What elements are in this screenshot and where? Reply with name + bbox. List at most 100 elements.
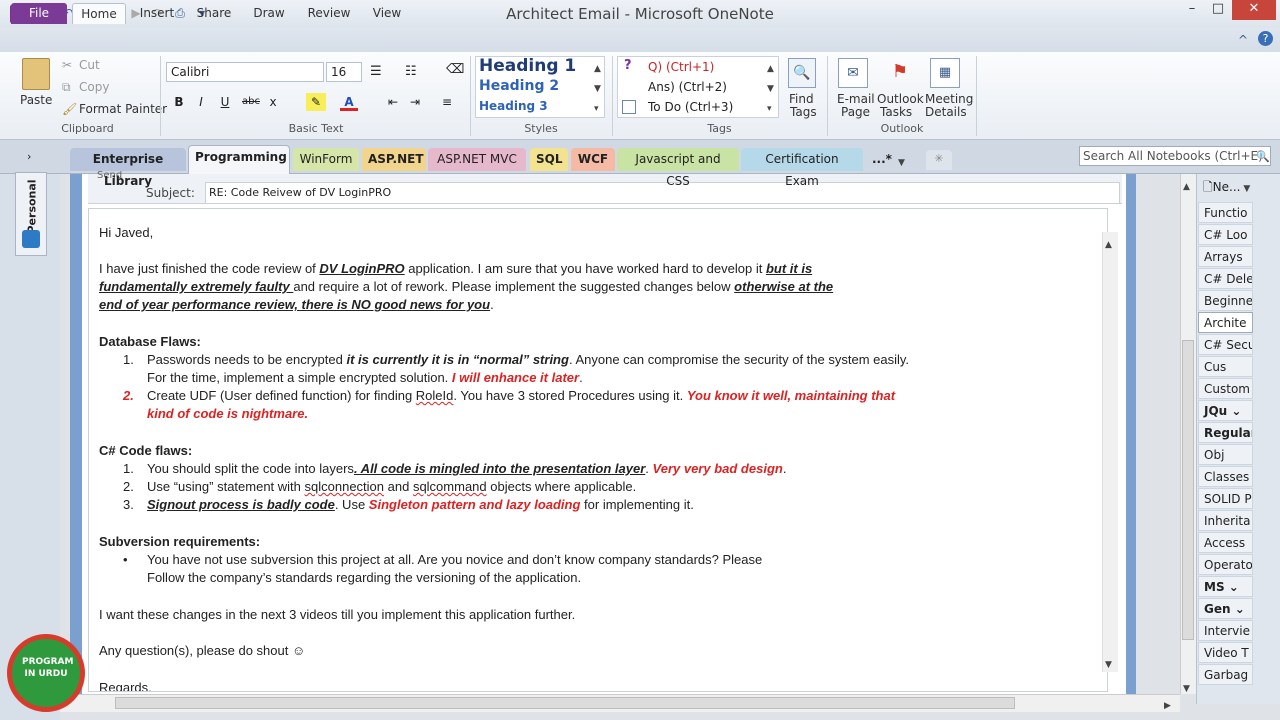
tags-scroll-down-icon[interactable]: ▼: [767, 80, 774, 94]
page-list-item[interactable]: Functio: [1198, 202, 1253, 223]
tab-home[interactable]: Home: [72, 3, 126, 24]
page-scroll-thumb[interactable]: [1182, 340, 1194, 640]
horizontal-scroll-thumb[interactable]: [115, 697, 1015, 709]
page-list-item[interactable]: Custom: [1198, 378, 1253, 399]
tab-draw[interactable]: Draw: [250, 3, 288, 24]
new-section-tab-icon[interactable]: ✳: [926, 150, 952, 170]
new-page-button[interactable]: 🗋Ne... ▼: [1200, 178, 1276, 198]
scroll-down-icon[interactable]: ▼: [1105, 656, 1112, 670]
cut-icon[interactable]: ✂: [62, 58, 72, 72]
meeting-details-icon[interactable]: ▦: [930, 58, 960, 88]
outlook-tasks-flag-icon[interactable]: ⚑: [886, 58, 914, 88]
page-list-item[interactable]: SOLID P: [1198, 488, 1253, 509]
scroll-up-icon[interactable]: ▲: [1105, 236, 1112, 250]
highlight-icon[interactable]: ✎: [306, 93, 326, 111]
styles-scroll-down-icon[interactable]: ▼: [594, 80, 601, 94]
tag-todo[interactable]: To Do (Ctrl+3): [648, 100, 733, 114]
page-list-item[interactable]: Regular: [1198, 422, 1253, 443]
section-tab[interactable]: Javascript and CSS: [617, 148, 739, 188]
style-heading-1[interactable]: Heading 1: [479, 56, 576, 76]
paste-button[interactable]: Paste: [20, 93, 52, 107]
section-tab[interactable]: WCF: [571, 148, 615, 171]
styles-scroll-up-icon[interactable]: ▲: [594, 60, 601, 74]
page-list-item[interactable]: Gen ⌄: [1198, 598, 1253, 619]
tab-insert[interactable]: Insert: [136, 3, 178, 24]
expand-navigation-icon[interactable]: ›: [27, 150, 31, 163]
page-list-item[interactable]: C# Loo: [1198, 224, 1253, 245]
tags-more-icon[interactable]: ▾: [767, 100, 772, 114]
page-list-item[interactable]: Video T: [1198, 642, 1253, 663]
find-tags-label-2[interactable]: Tags: [790, 105, 817, 119]
page-scroll-down-icon[interactable]: ▼: [1183, 680, 1190, 694]
page-list-item[interactable]: C# Secu: [1198, 334, 1253, 355]
tab-view[interactable]: View: [368, 3, 406, 24]
tab-review[interactable]: Review: [305, 3, 353, 24]
format-painter-icon[interactable]: 🖌: [62, 102, 77, 116]
section-tab[interactable]: Programming: [188, 145, 290, 174]
numbering-icon[interactable]: ☷: [405, 64, 417, 79]
outlook-tasks-label-2[interactable]: Tasks: [880, 105, 912, 119]
collapse-ribbon-icon[interactable]: ^: [1238, 33, 1248, 47]
email-page-label-2[interactable]: Page: [841, 105, 870, 119]
section-tab[interactable]: Certification Exam: [741, 148, 863, 188]
search-notebooks-input[interactable]: Search All Notebooks (Ctrl+E): [1079, 146, 1271, 166]
font-size-field[interactable]: 16: [326, 62, 362, 82]
decrease-indent-icon[interactable]: ⇤: [384, 93, 402, 111]
copy-icon[interactable]: ⧉: [62, 80, 71, 95]
search-scope-icon[interactable]: 🔍: [1256, 150, 1270, 163]
page-list-item[interactable]: MS ⌄: [1198, 576, 1253, 597]
page-list-item[interactable]: Access: [1198, 532, 1253, 553]
section-overflow-icon[interactable]: ▼: [898, 154, 905, 168]
subject-field[interactable]: RE: Code Reivew of DV LoginPRO: [205, 182, 1120, 204]
paste-icon[interactable]: [22, 58, 50, 90]
bullets-icon[interactable]: ☰: [370, 64, 382, 79]
section-tab[interactable]: ASP.NET MVC: [428, 148, 526, 171]
page-list-item[interactable]: JQu ⌄: [1198, 400, 1253, 421]
page-list-item[interactable]: Beginne: [1198, 290, 1253, 311]
increase-indent-icon[interactable]: ⇥: [406, 93, 424, 111]
page-list-item[interactable]: Intervie: [1198, 620, 1253, 641]
font-name-field[interactable]: Calibri: [166, 62, 324, 82]
email-page-label-1[interactable]: E-mail: [837, 92, 875, 106]
tag-question[interactable]: Q) (Ctrl+1): [648, 60, 714, 74]
format-painter-button[interactable]: Format Painter: [79, 102, 167, 116]
cut-button[interactable]: Cut: [79, 58, 100, 72]
strikethrough-button[interactable]: abc: [240, 93, 262, 111]
tags-scroll-up-icon[interactable]: ▲: [767, 60, 774, 74]
tab-file[interactable]: File: [11, 3, 67, 24]
tab-share[interactable]: Share: [193, 3, 235, 24]
scroll-right-icon[interactable]: ▶: [1164, 697, 1171, 711]
subscript-button[interactable]: x: [264, 93, 282, 111]
page-list-item[interactable]: Operato: [1198, 554, 1253, 575]
page-list-item[interactable]: Arrays: [1198, 246, 1253, 267]
meeting-details-label-1[interactable]: Meeting: [925, 92, 973, 106]
italic-button[interactable]: I: [192, 93, 210, 111]
bold-button[interactable]: B: [170, 93, 188, 111]
email-page-icon[interactable]: ✉: [838, 58, 868, 88]
minimize-button[interactable]: –: [1180, 0, 1204, 20]
body-vertical-scrollbar[interactable]: [1102, 232, 1118, 672]
section-tab[interactable]: SQL: [530, 148, 568, 171]
section-tab[interactable]: ASP.NET: [362, 148, 426, 171]
style-heading-3[interactable]: Heading 3: [479, 99, 548, 113]
style-heading-2[interactable]: Heading 2: [479, 78, 559, 94]
meeting-details-label-2[interactable]: Details: [925, 105, 967, 119]
section-tab[interactable]: ...*: [866, 148, 896, 171]
page-list-item[interactable]: Garbag: [1198, 664, 1253, 685]
page-list-item[interactable]: C# Dele: [1198, 268, 1253, 289]
close-button[interactable]: ✕: [1232, 0, 1276, 20]
find-tags-icon[interactable]: 🔍: [788, 58, 816, 88]
page-list-item[interactable]: Classes: [1198, 466, 1253, 487]
find-tags-label-1[interactable]: Find: [789, 92, 814, 106]
page-list-item[interactable]: Archite: [1198, 312, 1253, 333]
notebook-label[interactable]: Personal: [26, 179, 39, 233]
page-list-item[interactable]: Inherita: [1198, 510, 1253, 531]
styles-more-icon[interactable]: ▾: [594, 100, 599, 114]
page-list-item[interactable]: Cus: [1198, 356, 1253, 377]
underline-button[interactable]: U: [216, 93, 234, 111]
email-body[interactable]: Hi Javed, I have just finished the code …: [88, 208, 1108, 692]
copy-button[interactable]: Copy: [79, 80, 109, 94]
maximize-button[interactable]: □: [1206, 0, 1230, 20]
clear-formatting-icon[interactable]: ⌫: [446, 62, 464, 77]
section-tab[interactable]: WinForm: [293, 148, 359, 171]
